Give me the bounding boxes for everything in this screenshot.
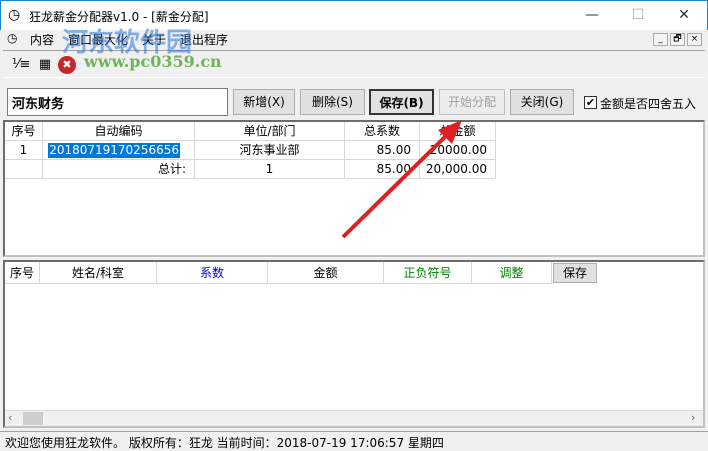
add-button[interactable]: 新增(X)	[233, 89, 295, 115]
horizontal-scrollbar[interactable]: ‹ ›	[5, 410, 703, 426]
scroll-left-icon[interactable]: ‹	[8, 411, 12, 424]
col-header-index[interactable]: 序号	[5, 262, 40, 284]
status-bar: 欢迎您使用狂龙软件。 版权所有：狂龙 当前时间：2018-07-19 17:06…	[0, 431, 708, 450]
delete-icon[interactable]: ✖	[58, 56, 76, 74]
menu-about[interactable]: 关于	[142, 31, 166, 48]
minimize-button[interactable]: —	[569, 1, 615, 31]
total-coef: 85.00	[345, 160, 420, 179]
mdi-minimize-button[interactable]: _	[653, 33, 668, 46]
col-header-adjust[interactable]: 调整	[472, 262, 552, 284]
cell-amount[interactable]: 20000.00	[420, 141, 496, 160]
cell-code[interactable]: 20180719170256656	[43, 141, 195, 160]
total-label: 总计:	[43, 160, 195, 179]
col-header-code[interactable]: 自动编码	[43, 122, 195, 141]
assign-icon[interactable]: ⅟≡	[12, 56, 30, 74]
allocation-grid[interactable]: 序号 自动编码 单位/部门 总系数 总金额 1 2018071917025665…	[3, 120, 705, 257]
employee-grid[interactable]: 序号 姓名/科室 系数 金额 正负符号 调整 保存	[3, 260, 705, 428]
col-header-sign[interactable]: 正负符号	[384, 262, 472, 284]
col-header-department[interactable]: 单位/部门	[195, 122, 345, 141]
col-header-name[interactable]: 姓名/科室	[40, 262, 157, 284]
document-icon: ◷	[7, 31, 18, 45]
app-clock-icon: ◷	[8, 7, 21, 23]
col-header-index[interactable]: 序号	[5, 122, 43, 141]
name-input[interactable]: 河东财务	[7, 88, 228, 116]
col-header-total-amount[interactable]: 总金额	[420, 122, 496, 141]
selected-code[interactable]: 20180719170256656	[48, 143, 180, 158]
menu-content[interactable]: 内容	[30, 31, 54, 48]
cell-coef[interactable]: 85.00	[345, 141, 420, 160]
toolbar: ⅟≡ ▦ ✖	[3, 50, 705, 78]
cell-index[interactable]: 1	[5, 141, 43, 160]
col-header-total-coef[interactable]: 总系数	[345, 122, 420, 141]
round-checkbox-label: 金额是否四舍五入	[600, 97, 697, 111]
delete-button[interactable]: 删除(S)	[300, 89, 365, 115]
total-count: 1	[195, 160, 345, 179]
scroll-thumb[interactable]	[23, 412, 43, 425]
menu-maximize[interactable]: 窗口最大化	[68, 31, 128, 48]
save-button[interactable]: 保存(B)	[369, 89, 434, 115]
mdi-close-button[interactable]: ×	[687, 33, 702, 46]
round-checkbox[interactable]: ✔	[584, 96, 597, 109]
cell-department[interactable]: 河东事业部	[195, 141, 345, 160]
window-title: 狂龙薪金分配器v1.0 - [薪金分配]	[29, 10, 209, 24]
close-button[interactable]: 关闭(G)	[510, 89, 574, 115]
mdi-restore-button[interactable]: 🗗	[670, 33, 685, 46]
close-window-button[interactable]: ✕	[661, 1, 707, 31]
calculator-icon[interactable]: ▦	[36, 56, 54, 74]
menu-bar: ◷ 内容 窗口最大化 关于 退出程序 _ 🗗 ×	[0, 30, 708, 48]
menu-exit[interactable]: 退出程序	[180, 31, 228, 48]
maximize-button[interactable]: ☐	[615, 1, 661, 31]
title-bar: ◷ 狂龙薪金分配器v1.0 - [薪金分配] — ☐ ✕	[0, 0, 708, 30]
grid-save-button[interactable]: 保存	[553, 263, 597, 283]
col-header-coef[interactable]: 系数	[157, 262, 268, 284]
col-header-amount[interactable]: 金额	[268, 262, 384, 284]
total-amount: 20,000.00	[420, 160, 496, 179]
total-empty	[5, 160, 43, 179]
scroll-right-icon[interactable]: ›	[691, 411, 695, 424]
start-allocation-button[interactable]: 开始分配	[439, 89, 505, 115]
